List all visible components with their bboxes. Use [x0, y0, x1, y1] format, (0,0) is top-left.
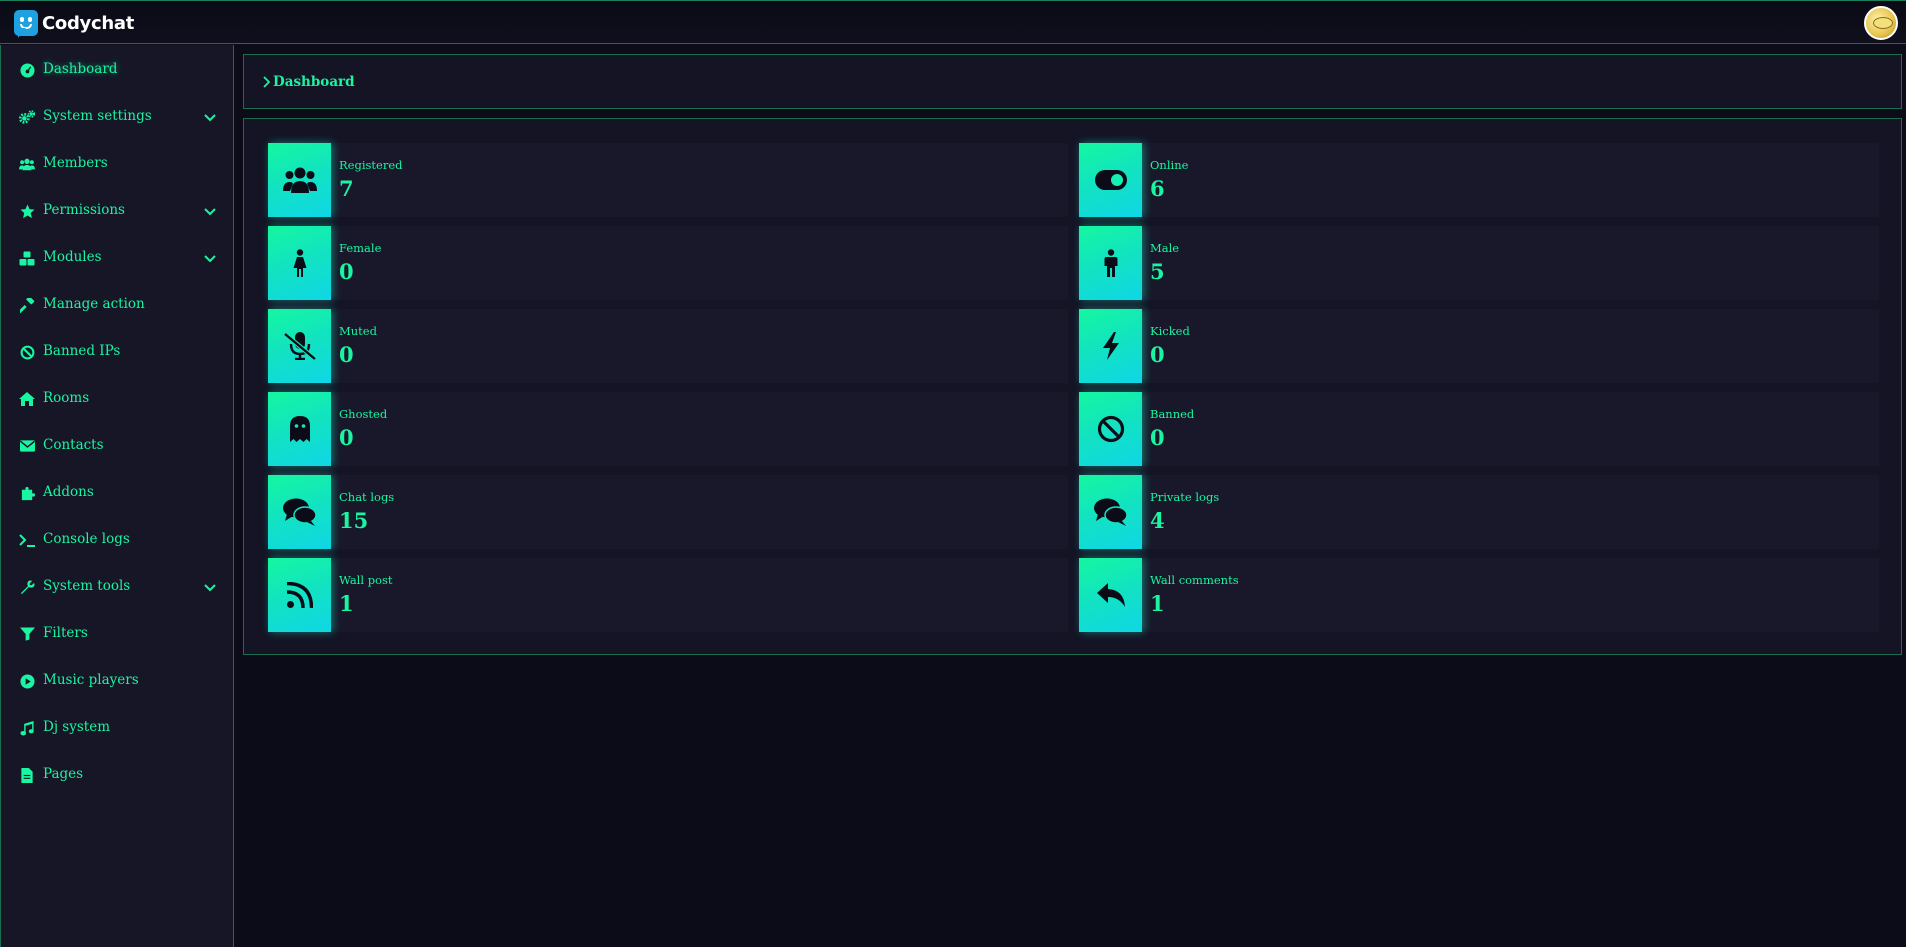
users-icon — [268, 143, 331, 217]
wrench-icon — [19, 579, 35, 595]
stat-label: Online — [1150, 158, 1189, 172]
chevron-down-icon — [204, 111, 216, 123]
stat-value: 15 — [339, 508, 369, 533]
hammer-icon — [19, 297, 35, 313]
stat-value: 0 — [1150, 425, 1165, 450]
codychat-logo-icon — [14, 10, 38, 36]
stat-value: 4 — [1150, 508, 1165, 533]
stat-value: 0 — [339, 425, 354, 450]
microphone-slash-icon — [268, 309, 331, 383]
sidebar-item-modules[interactable]: Modules — [1, 240, 234, 276]
sidebar-item-banned-ips[interactable]: Banned IPs — [1, 334, 234, 370]
stat-value: 1 — [1150, 591, 1165, 616]
ban-icon — [1079, 392, 1142, 466]
stat-value: 6 — [1150, 176, 1165, 201]
stats-panel: Registered 7 Online 6 Female 0 Male 5 Mu… — [243, 118, 1902, 655]
chevron-down-icon — [204, 252, 216, 264]
puzzle-icon — [19, 485, 35, 501]
sidebar-item-addons[interactable]: Addons — [1, 475, 234, 511]
ban-icon — [19, 344, 35, 360]
comments-icon — [1079, 475, 1142, 549]
play-circle-icon — [19, 673, 35, 689]
sidebar-item-pages[interactable]: Pages — [1, 757, 234, 793]
stat-chat-logs: Chat logs 15 — [268, 475, 1068, 549]
sidebar-item-contacts[interactable]: Contacts — [1, 428, 234, 464]
chevron-right-icon — [262, 76, 270, 88]
female-icon — [268, 226, 331, 300]
sidebar-item-permissions[interactable]: Permissions — [1, 193, 234, 229]
stat-label: Registered — [339, 158, 403, 172]
stat-value: 5 — [1150, 259, 1165, 284]
sidebar-item-filters[interactable]: Filters — [1, 616, 234, 652]
stat-value: 0 — [1150, 342, 1165, 367]
chevron-down-icon — [204, 581, 216, 593]
stat-wall-comments: Wall comments 1 — [1079, 558, 1879, 632]
music-icon — [19, 720, 35, 736]
rss-icon — [268, 558, 331, 632]
comments-icon — [268, 475, 331, 549]
stat-value: 0 — [339, 259, 354, 284]
dashboard-icon — [19, 62, 35, 78]
stat-muted: Muted 0 — [268, 309, 1068, 383]
cogs-icon — [19, 109, 35, 125]
sidebar-item-console-logs[interactable]: Console logs — [1, 522, 234, 558]
stat-kicked: Kicked 0 — [1079, 309, 1879, 383]
chevron-down-icon — [204, 205, 216, 217]
stat-male: Male 5 — [1079, 226, 1879, 300]
stat-value: 0 — [339, 342, 354, 367]
home-icon — [19, 391, 35, 407]
brand[interactable]: Codychat — [14, 9, 134, 37]
terminal-icon — [19, 532, 35, 548]
sidebar-item-system-settings[interactable]: System settings — [1, 99, 234, 135]
sidebar-item-rooms[interactable]: Rooms — [1, 381, 234, 417]
stat-label: Chat logs — [339, 490, 395, 504]
stat-label: Ghosted — [339, 407, 388, 421]
sidebar-item-music-players[interactable]: Music players — [1, 663, 234, 699]
stat-female: Female 0 — [268, 226, 1068, 300]
stat-label: Wall post — [339, 573, 393, 587]
sidebar: Dashboard System settings Members Permis… — [0, 45, 234, 947]
envelope-icon — [19, 438, 35, 454]
reply-icon — [1079, 558, 1142, 632]
breadcrumb-panel: Dashboard — [243, 54, 1902, 109]
users-icon — [19, 156, 35, 172]
bolt-icon — [1079, 309, 1142, 383]
stat-label: Male — [1150, 241, 1180, 255]
user-avatar[interactable] — [1864, 6, 1898, 40]
breadcrumb[interactable]: Dashboard — [262, 74, 355, 90]
stat-label: Wall comments — [1150, 573, 1239, 587]
stat-private-logs: Private logs 4 — [1079, 475, 1879, 549]
top-bar: Codychat — [0, 0, 1906, 44]
sidebar-item-members[interactable]: Members — [1, 146, 234, 182]
stat-label: Kicked — [1150, 324, 1190, 338]
ghost-icon — [268, 392, 331, 466]
stat-value: 1 — [339, 591, 354, 616]
stat-banned: Banned 0 — [1079, 392, 1879, 466]
sidebar-item-system-tools[interactable]: System tools — [1, 569, 234, 605]
stat-ghosted: Ghosted 0 — [268, 392, 1068, 466]
stat-registered: Registered 7 — [268, 143, 1068, 217]
cubes-icon — [19, 250, 35, 266]
male-icon — [1079, 226, 1142, 300]
sidebar-item-manage-action[interactable]: Manage action — [1, 287, 234, 323]
stat-label: Muted — [339, 324, 377, 338]
stat-label: Female — [339, 241, 382, 255]
filter-icon — [19, 626, 35, 642]
brand-name: Codychat — [42, 12, 135, 34]
file-icon — [19, 767, 35, 783]
stat-label: Banned — [1150, 407, 1195, 421]
star-icon — [19, 203, 35, 219]
stat-label: Private logs — [1150, 490, 1220, 504]
sidebar-item-dj-system[interactable]: Dj system — [1, 710, 234, 746]
stat-online: Online 6 — [1079, 143, 1879, 217]
sidebar-item-dashboard[interactable]: Dashboard — [1, 52, 234, 88]
stat-value: 7 — [339, 176, 354, 201]
breadcrumb-current: Dashboard — [273, 74, 355, 90]
stat-wall-post: Wall post 1 — [268, 558, 1068, 632]
toggle-on-icon — [1079, 143, 1142, 217]
